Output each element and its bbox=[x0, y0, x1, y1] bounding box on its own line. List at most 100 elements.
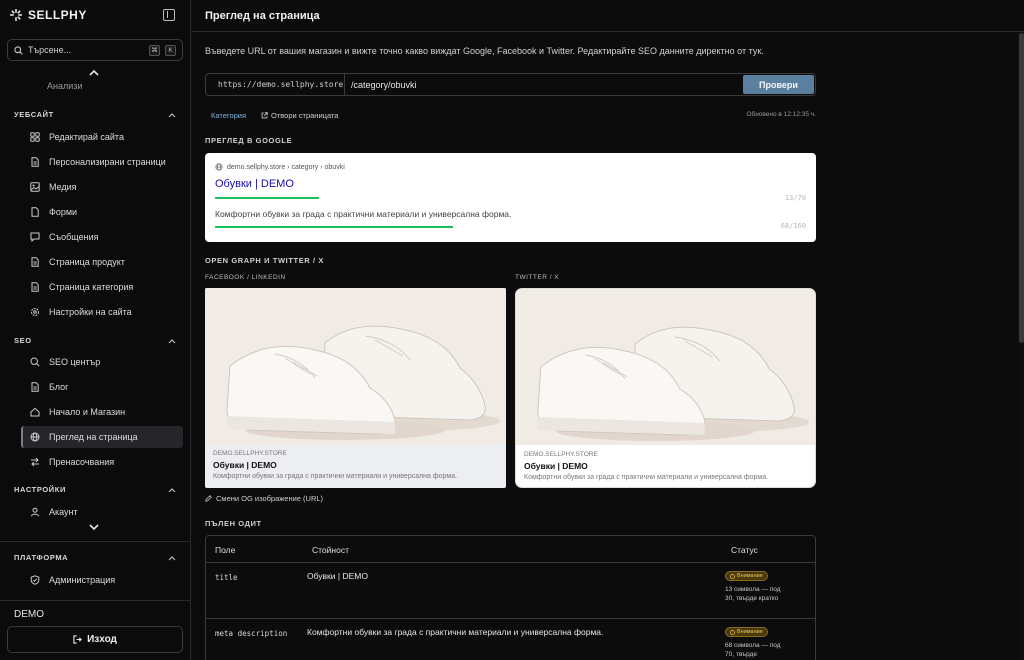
open-page-label: Отвори страницата bbox=[271, 111, 339, 120]
logout-label: Изход bbox=[87, 634, 117, 645]
page-type-badge: Категория bbox=[211, 111, 247, 120]
row-field: title bbox=[215, 573, 238, 582]
url-path-input[interactable]: /category/obuvki bbox=[345, 74, 742, 95]
sidebar-item-product-page[interactable]: Страница продукт bbox=[21, 251, 183, 273]
page-icon bbox=[31, 382, 39, 392]
check-button[interactable]: Провери bbox=[743, 75, 814, 94]
scrollbar-thumb[interactable] bbox=[1019, 33, 1024, 343]
facebook-preview-card: DEMO.SELLPHY.STORE Обувки | DEMO Комфорт… bbox=[205, 288, 506, 488]
sidebar-item-home-shop[interactable]: Начало и Магазин bbox=[21, 401, 183, 423]
sidebar-item-edit-site[interactable]: Редактирай сайта bbox=[21, 126, 183, 148]
twitter-domain: DEMO.SELLPHY.STORE bbox=[524, 451, 598, 458]
section-header-website[interactable]: УЕБСАЙТ bbox=[14, 110, 54, 119]
form-icon bbox=[31, 207, 39, 217]
twitter-description: Комфортни обувки за града с практични ма… bbox=[524, 474, 769, 481]
open-page-link[interactable]: Отвори страницата bbox=[261, 111, 338, 120]
row-value: Обувки | DEMO bbox=[307, 571, 368, 581]
google-description: Комфортни обувки за града с практични ма… bbox=[215, 209, 512, 219]
status-note: 13 символа — под 30, твърде кратко bbox=[725, 586, 781, 602]
sidebar-item-label: Начало и Магазин bbox=[49, 407, 126, 417]
section-header-settings[interactable]: НАСТРОЙКИ bbox=[14, 485, 66, 494]
brand[interactable]: SELLPHY bbox=[10, 8, 87, 22]
row-field: meta description bbox=[215, 629, 288, 638]
scroll-down-chevron-icon[interactable] bbox=[88, 522, 100, 532]
sidebar-item-label: Редактирай сайта bbox=[49, 132, 124, 142]
sidebar-item-label: Акаунт bbox=[49, 507, 78, 517]
sidebar-item-category-page[interactable]: Страница категория bbox=[21, 276, 183, 298]
chevron-up-icon[interactable] bbox=[168, 112, 176, 118]
twitter-preview-card: DEMO.SELLPHY.STORE Обувки | DEMO Комфорт… bbox=[515, 288, 816, 488]
chevron-up-icon[interactable] bbox=[168, 487, 176, 493]
sidebar-item-label: Страница категория bbox=[49, 282, 134, 292]
sidebar-item-messages[interactable]: Съобщения bbox=[21, 226, 183, 248]
image-icon bbox=[30, 182, 40, 192]
twitter-text: DEMO.SELLPHY.STORE Обувки | DEMO Комфорт… bbox=[524, 451, 807, 481]
sidebar-item-label: Форми bbox=[49, 207, 78, 217]
status-note: 68 символа — под 70, твърде bbox=[725, 642, 781, 658]
sidebar-item-custom-pages[interactable]: Персонализирани страници bbox=[21, 151, 183, 173]
section-header-seo[interactable]: SEO bbox=[14, 336, 32, 345]
kbd-k: K bbox=[165, 44, 176, 56]
sidebar-item-forms[interactable]: Форми bbox=[21, 201, 183, 223]
top-bar: Преглед на страница bbox=[192, 0, 1024, 32]
url-form: https://demo.sellphy.store /category/obu… bbox=[205, 73, 816, 96]
main-panel: Преглед на страница Въведете URL от ваши… bbox=[192, 0, 1024, 660]
page-icon bbox=[31, 282, 39, 292]
search-placeholder: Търсене... bbox=[28, 45, 72, 55]
collapse-sidebar-icon[interactable] bbox=[163, 9, 175, 21]
message-icon bbox=[30, 232, 40, 242]
twitter-title: Обувки | DEMO bbox=[524, 461, 588, 471]
url-prefix: https://demo.sellphy.store bbox=[206, 74, 345, 95]
sparkle-logo-icon bbox=[10, 9, 22, 21]
warning-icon bbox=[730, 573, 735, 579]
google-preview-card: demo.sellphy.store › category › obuvki О… bbox=[205, 153, 816, 242]
updated-timestamp: Обновено в 12:12:35 ч. bbox=[746, 111, 816, 118]
google-title[interactable]: Обувки | DEMO bbox=[215, 178, 294, 190]
google-breadcrumb-text: demo.sellphy.store › category › obuvki bbox=[227, 163, 345, 171]
sidebar-item-label: Медия bbox=[49, 182, 77, 192]
description-length-bar bbox=[215, 226, 453, 228]
sidebar-item-label: Блог bbox=[49, 382, 69, 392]
section-header-platform[interactable]: ПЛАТФОРМА bbox=[14, 553, 68, 562]
facebook-text: DEMO.SELLPHY.STORE Обувки | DEMO Комфорт… bbox=[213, 450, 498, 480]
sidebar-item-account[interactable]: Акаунт bbox=[21, 501, 183, 523]
search-input[interactable]: Търсене... ⌘ K bbox=[7, 39, 183, 61]
logout-icon bbox=[73, 635, 82, 644]
sidebar-item-media[interactable]: Медия bbox=[21, 176, 183, 198]
og-image-sneakers bbox=[205, 288, 506, 444]
sidebar-item-label: Персонализирани страници bbox=[49, 157, 166, 167]
kbd-cmd: ⌘ bbox=[149, 44, 160, 56]
chevron-up-icon[interactable] bbox=[168, 338, 176, 344]
section-title-social: OPEN GRAPH И TWITTER / X bbox=[205, 256, 324, 265]
sidebar-item-label: Пренасочвания bbox=[49, 457, 115, 467]
grid-icon bbox=[30, 132, 40, 142]
facebook-label: FACEBOOK / LINKEDIN bbox=[205, 274, 286, 281]
user-icon bbox=[31, 507, 39, 517]
sidebar-item-label: Съобщения bbox=[49, 232, 99, 242]
page-icon bbox=[31, 157, 39, 167]
change-og-image-link[interactable]: Смени OG изображение (URL) bbox=[205, 494, 323, 503]
home-icon bbox=[30, 407, 40, 417]
column-header-field: Поле bbox=[215, 545, 236, 555]
globe-icon bbox=[215, 163, 223, 171]
url-prefix-text: https://demo.sellphy.store bbox=[218, 80, 344, 89]
meta-row: Категория Отвори страницата Обновено в 1… bbox=[205, 110, 816, 122]
status-badge: Внимание bbox=[725, 571, 768, 581]
sidebar-item-seo-center[interactable]: SEO център bbox=[21, 351, 183, 373]
sidebar-item-analytics[interactable]: Анализи bbox=[47, 81, 82, 91]
sidebar-item-site-settings[interactable]: Настройки на сайта bbox=[21, 301, 183, 323]
sidebar-item-label: Настройки на сайта bbox=[49, 307, 132, 317]
workspace-label: DEMO bbox=[14, 609, 44, 620]
column-header-value: Стойност bbox=[312, 545, 349, 555]
facebook-title: Обувки | DEMO bbox=[213, 460, 277, 470]
sidebar-item-blog[interactable]: Блог bbox=[21, 376, 183, 398]
sidebar-item-page-preview[interactable]: Преглед на страница bbox=[21, 426, 183, 448]
audit-table: Поле Стойност Статус title Обувки | DEMO… bbox=[205, 535, 816, 660]
chevron-up-icon[interactable] bbox=[168, 555, 176, 561]
sidebar-item-administration[interactable]: Администрация bbox=[21, 569, 183, 591]
scroll-up-chevron-icon[interactable] bbox=[88, 68, 100, 78]
logout-button[interactable]: Изход bbox=[7, 626, 183, 653]
description-length-count: 68/160 bbox=[780, 222, 806, 230]
sidebar-item-redirects[interactable]: Пренасочвания bbox=[21, 451, 183, 473]
sidebar-item-label: SEO център bbox=[49, 357, 101, 367]
